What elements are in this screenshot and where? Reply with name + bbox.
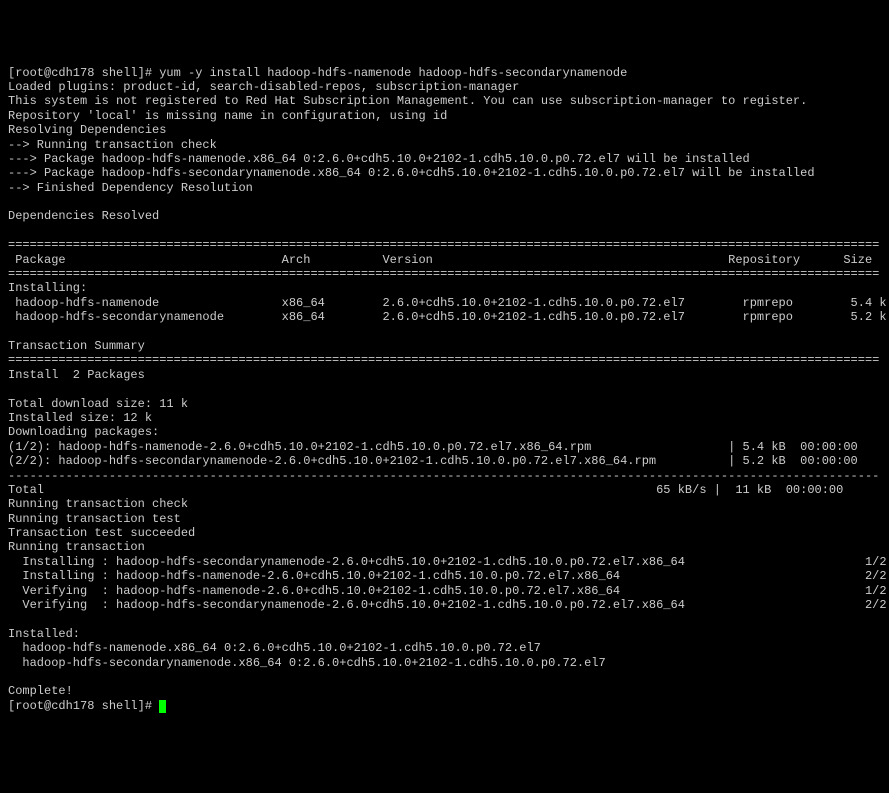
separator-eq: ========================================… <box>8 353 879 367</box>
cursor-icon[interactable] <box>159 700 166 713</box>
output-line: Transaction test succeeded <box>8 526 195 540</box>
output-line: Loaded plugins: product-id, search-disab… <box>8 80 519 94</box>
output-line: Installed size: 12 k <box>8 411 152 425</box>
separator-dash: ----------------------------------------… <box>8 469 879 483</box>
output-line: Downloading packages: <box>8 425 159 439</box>
output-line: --> Running transaction check <box>8 138 217 152</box>
output-line: This system is not registered to Red Hat… <box>8 94 807 108</box>
output-line: ---> Package hadoop-hdfs-secondarynameno… <box>8 166 815 180</box>
output-line: Total 65 kB/s | 11 kB 00:00:00 <box>8 483 843 497</box>
output-line: hadoop-hdfs-namenode.x86_64 0:2.6.0+cdh5… <box>8 641 541 655</box>
shell-prompt: [root@cdh178 shell]# <box>8 699 159 713</box>
table-header: Package Arch Version Repository Size <box>8 253 872 267</box>
output-line: Running transaction <box>8 540 145 554</box>
section-header: Transaction Summary <box>8 339 145 353</box>
output-line: ---> Package hadoop-hdfs-namenode.x86_64… <box>8 152 750 166</box>
output-line: Total download size: 11 k <box>8 397 188 411</box>
output-line: (2/2): hadoop-hdfs-secondarynamenode-2.6… <box>8 454 858 468</box>
output-line: Verifying : hadoop-hdfs-secondarynamenod… <box>8 598 887 612</box>
command-text: yum -y install hadoop-hdfs-namenode hado… <box>159 66 627 80</box>
section-header: Installed: <box>8 627 80 641</box>
output-line: (1/2): hadoop-hdfs-namenode-2.6.0+cdh5.1… <box>8 440 858 454</box>
output-line: Installing : hadoop-hdfs-secondarynameno… <box>8 555 887 569</box>
output-line: Installing : hadoop-hdfs-namenode-2.6.0+… <box>8 569 887 583</box>
output-line: Resolving Dependencies <box>8 123 166 137</box>
separator-eq: ========================================… <box>8 238 879 252</box>
output-line: hadoop-hdfs-secondarynamenode.x86_64 0:2… <box>8 656 606 670</box>
table-row: hadoop-hdfs-secondarynamenode x86_64 2.6… <box>8 310 887 324</box>
output-line: Complete! <box>8 684 73 698</box>
output-line: Repository 'local' is missing name in co… <box>8 109 447 123</box>
terminal-output: [root@cdh178 shell]# yum -y install hado… <box>8 66 881 714</box>
table-row: hadoop-hdfs-namenode x86_64 2.6.0+cdh5.1… <box>8 296 887 310</box>
section-header: Installing: <box>8 281 87 295</box>
output-line: Running transaction test <box>8 512 181 526</box>
separator-eq: ========================================… <box>8 267 879 281</box>
output-line: --> Finished Dependency Resolution <box>8 181 253 195</box>
output-line: Dependencies Resolved <box>8 209 159 223</box>
output-line: Install 2 Packages <box>8 368 145 382</box>
output-line: Running transaction check <box>8 497 188 511</box>
shell-prompt: [root@cdh178 shell]# <box>8 66 159 80</box>
output-line: Verifying : hadoop-hdfs-namenode-2.6.0+c… <box>8 584 887 598</box>
